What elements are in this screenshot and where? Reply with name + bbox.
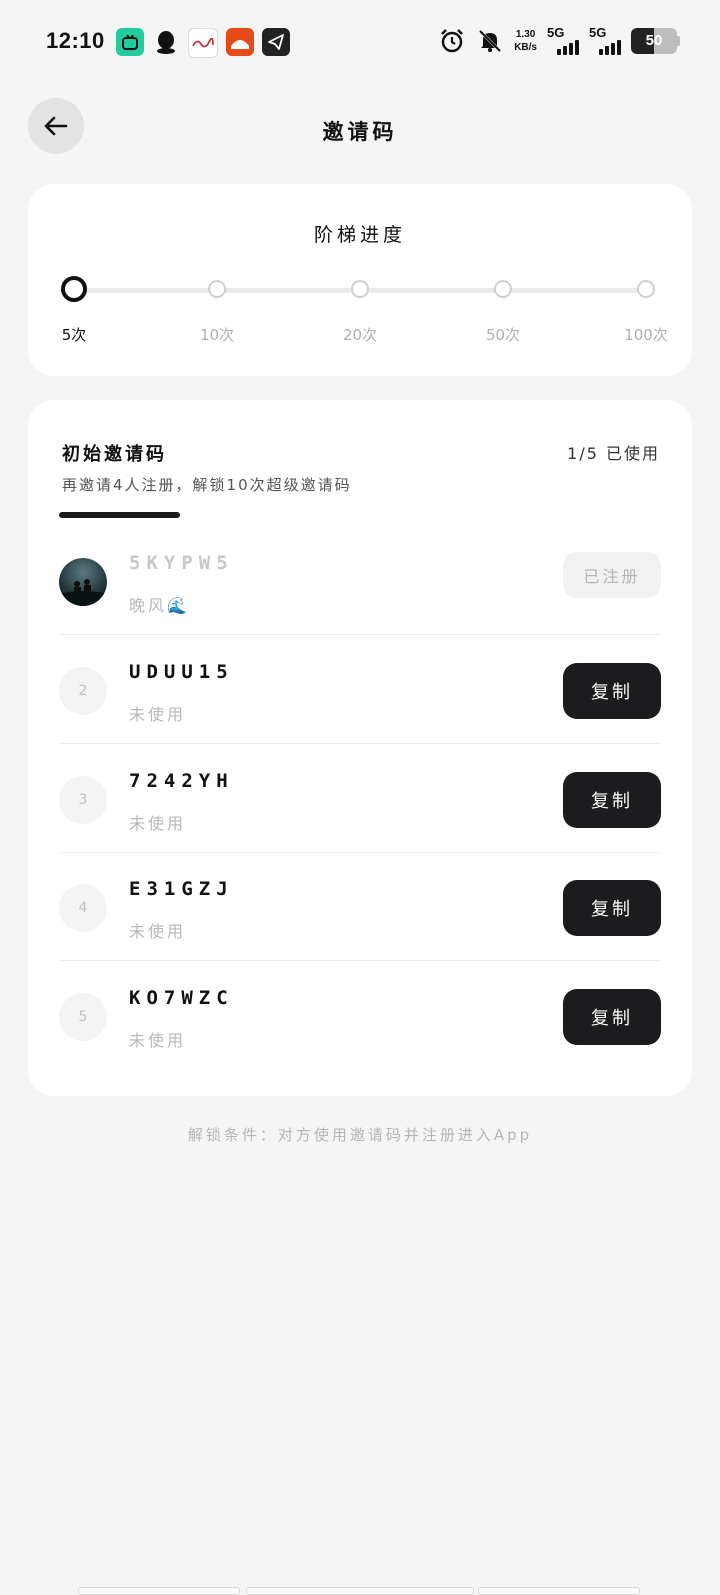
news-app-icon: [226, 28, 254, 56]
copy-button[interactable]: 复制: [563, 880, 661, 936]
invite-code: 5KYPW5: [129, 552, 234, 574]
code-row: 4 E31GZJ 未使用 复制: [59, 852, 661, 961]
tier-node: [208, 280, 226, 298]
code-row: 3 7242YH 未使用 复制: [59, 744, 661, 853]
network-speed-unit: KB/s: [514, 41, 537, 53]
tier-node: [351, 280, 369, 298]
battery-level: 50: [645, 32, 663, 49]
codes-used-count: 1/5 已使用: [567, 444, 660, 463]
notification-app-icons: [116, 28, 290, 58]
avatar: [59, 558, 107, 606]
code-index: 3: [59, 776, 107, 824]
copy-button[interactable]: 复制: [563, 772, 661, 828]
unlock-condition-note: 解锁条件：对方使用邀请码并注册进入App: [187, 1126, 533, 1144]
mute-bell-icon: [476, 27, 504, 55]
signal-sim1: 5G: [547, 26, 579, 55]
network-speed-value: 1.30: [515, 28, 536, 40]
telegram-icon: [262, 28, 290, 56]
ladder-progress-title: 阶梯进度: [313, 224, 406, 246]
code-index: 2: [59, 667, 107, 715]
battery-indicator: 50: [631, 27, 680, 54]
invite-code: KO7WZC: [129, 987, 234, 1009]
battery-icon: 50: [631, 27, 677, 54]
peoples-daily-icon: [188, 28, 218, 58]
signal-sim2-label: 5G: [589, 25, 607, 40]
code-index: 4: [59, 884, 107, 932]
signal-sim2: 5G: [589, 26, 621, 55]
tier-label: 10次: [199, 326, 235, 344]
invite-code: E31GZJ: [129, 878, 234, 900]
code-row: 2 UDUU15 未使用 复制: [59, 635, 661, 744]
codes-description: 再邀请4人注册，解锁10次超级邀请码: [62, 476, 352, 494]
signal-bars-icon: [557, 39, 579, 55]
page-title: 邀请码: [322, 120, 398, 144]
invite-code: UDUU15: [129, 661, 234, 683]
code-status: 未使用: [129, 705, 187, 724]
gesture-bar-segment: [246, 1587, 474, 1595]
codes-title: 初始邀请码: [62, 444, 167, 465]
code-status: 晚风🌊: [129, 596, 190, 615]
signal-sim1-label: 5G: [547, 25, 565, 40]
section-underline: [59, 512, 180, 518]
qq-icon: [152, 28, 180, 56]
tier-label: 50次: [485, 326, 521, 344]
ladder-progress-card: 阶梯进度 5次 10次 20次 50次 100次: [28, 184, 692, 376]
copy-button[interactable]: 复制: [563, 663, 661, 719]
code-index: 5: [59, 993, 107, 1041]
status-time: 12:10: [46, 28, 105, 53]
tier-label: 5次: [61, 326, 87, 344]
tier-node: [61, 276, 87, 302]
registered-badge: 已注册: [563, 552, 661, 598]
tier-label: 20次: [342, 326, 378, 344]
tier-node: [494, 280, 512, 298]
code-status: 未使用: [129, 1031, 187, 1050]
code-status: 未使用: [129, 922, 187, 941]
gesture-bar-segment: [78, 1587, 240, 1595]
code-row: 5KYPW5 晚风🌊 已注册: [59, 526, 661, 635]
initial-invite-codes-card: 初始邀请码 1/5 已使用 再邀请4人注册，解锁10次超级邀请码 5KYPW5 …: [28, 400, 692, 1096]
tier-label: 100次: [624, 326, 668, 344]
invite-code: 7242YH: [129, 770, 234, 792]
tier-node: [637, 280, 655, 298]
copy-button[interactable]: 复制: [563, 989, 661, 1045]
code-status: 未使用: [129, 814, 187, 833]
signal-bars-icon: [599, 39, 621, 55]
gesture-bar-segment: [478, 1587, 640, 1595]
bilibili-icon: [116, 28, 144, 56]
status-indicators: 1.30 KB/s 5G 5G 50: [438, 26, 680, 55]
code-row: 5 KO7WZC 未使用 复制: [59, 961, 661, 1069]
network-speed: 1.30 KB/s: [514, 28, 537, 54]
alarm-icon: [438, 27, 466, 55]
status-bar: 12:10 1.30 KB/s 5G 5G 50: [0, 0, 720, 88]
